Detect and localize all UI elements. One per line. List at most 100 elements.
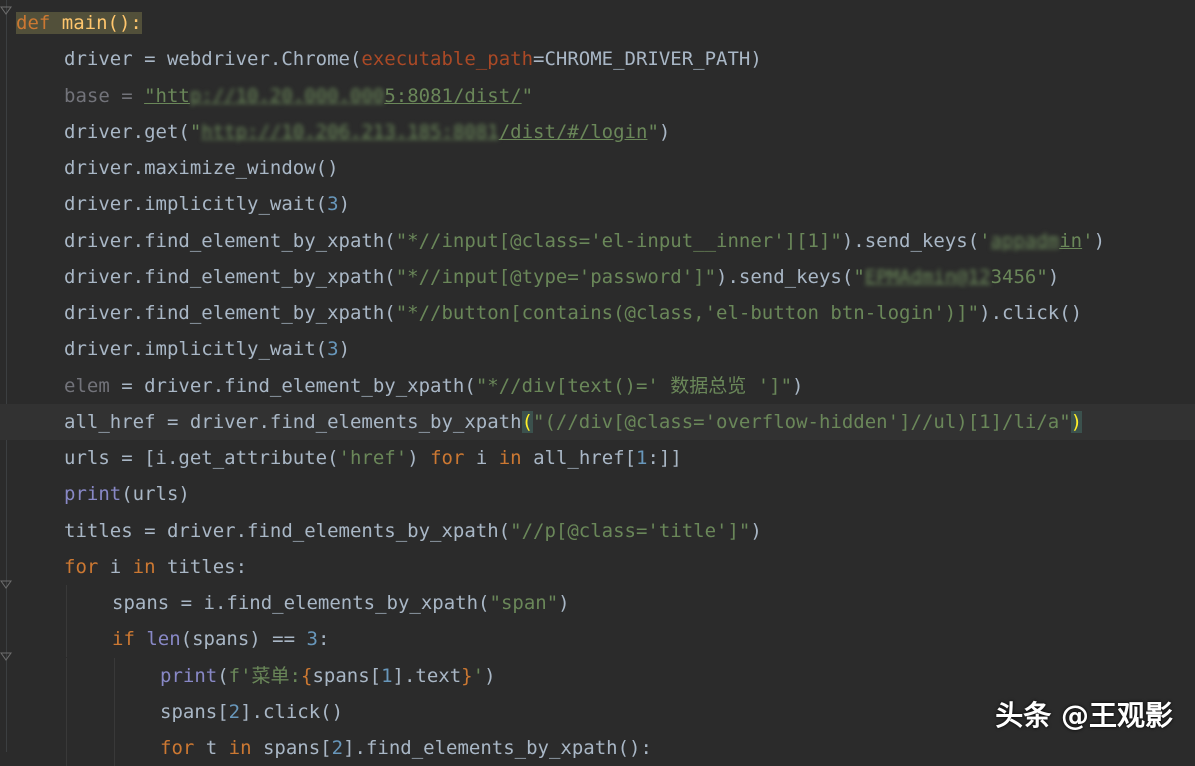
code-line[interactable]: if len(spans) == 3: — [0, 621, 1195, 658]
code-token: appadm — [990, 229, 1060, 252]
code-token: ) — [1047, 265, 1060, 288]
code-line[interactable]: spans = i.find_elements_by_xpath("span") — [0, 585, 1195, 621]
code-token: 3 — [327, 193, 339, 216]
code-token: "span" — [489, 592, 559, 614]
code-token: ) — [338, 338, 351, 361]
code-token: print — [160, 664, 218, 687]
code-text: driver.maximize_window() — [64, 150, 339, 186]
code-token: f'菜单: — [228, 664, 301, 687]
code-token: driver = webdriver.Chrome( — [64, 48, 362, 71]
code-token: ) — [1070, 410, 1083, 433]
watermark: 头条 @王观影 — [995, 699, 1173, 732]
code-token: spans[ — [251, 737, 332, 759]
code-line[interactable]: titles = driver.find_elements_by_xpath("… — [0, 513, 1195, 549]
code-token: http://10.206.213.185:8081 — [201, 120, 499, 143]
code-token: in — [1059, 229, 1083, 252]
code-token: " — [647, 120, 659, 143]
code-line[interactable]: elem = driver.find_element_by_xpath("*//… — [0, 368, 1195, 404]
code-token: " — [853, 265, 865, 288]
indent-guide — [66, 730, 67, 766]
code-token: ' — [472, 664, 485, 687]
indent-guide — [66, 657, 67, 694]
code-token: = driver.find_element_by_xpath( — [109, 374, 476, 397]
code-token: all_href = driver.find_elements_by_xpath — [64, 410, 522, 433]
code-token: =CHROME_DRIVER_PATH) — [533, 48, 762, 71]
code-token: in — [132, 555, 156, 578]
code-line[interactable]: print(f'菜单:{spans[1].text}') — [0, 657, 1195, 694]
code-token: 5:8081/dist/ — [384, 84, 522, 107]
code-token: :]] — [647, 447, 682, 469]
code-token: executable_path — [361, 48, 534, 71]
code-token: ].text — [392, 664, 462, 687]
code-token: ( — [521, 410, 534, 433]
code-line[interactable]: driver.maximize_window() — [0, 150, 1195, 186]
code-text: driver.find_element_by_xpath("*//input[@… — [64, 259, 1059, 295]
code-line[interactable]: def main(): — [0, 5, 1195, 41]
code-token: base — [64, 84, 110, 107]
code-token: titles: — [155, 555, 248, 578]
code-line[interactable]: driver.implicitly_wait(3) — [0, 331, 1195, 367]
code-text: driver.implicitly_wait(3) — [64, 331, 350, 367]
code-text: driver = webdriver.Chrome(executable_pat… — [64, 41, 762, 77]
code-token: (spans) == — [180, 628, 307, 651]
fold-marker-icon[interactable] — [0, 579, 12, 591]
code-text: def main(): — [16, 5, 142, 41]
code-line[interactable]: urls = [i.get_attribute('href') for i in… — [0, 440, 1195, 476]
code-token: "*//input[@type='password']" — [395, 265, 717, 288]
code-token: p://10.2 — [189, 84, 282, 107]
code-line[interactable]: for t in spans[2].find_elements_by_xpath… — [0, 730, 1195, 766]
code-token: driver.get( — [64, 120, 190, 143]
code-text: spans[2].click() — [160, 694, 343, 730]
code-token: i — [98, 555, 133, 578]
code-text: titles = driver.find_elements_by_xpath("… — [64, 513, 762, 549]
code-line[interactable]: driver = webdriver.Chrome(executable_pat… — [0, 41, 1195, 77]
code-text: base = "http://10.20.000.0005:8081/dist/… — [64, 78, 533, 114]
code-token: 1 — [636, 447, 648, 469]
indent-guide — [66, 621, 67, 658]
code-token: ' — [1082, 229, 1094, 252]
code-token: for — [160, 737, 195, 759]
code-line[interactable]: driver.find_element_by_xpath("*//button[… — [0, 295, 1195, 331]
code-editor[interactable]: def main(): driver = webdriver.Chrome(exe… — [0, 0, 1195, 766]
code-token: if — [112, 628, 135, 651]
code-token: ) — [750, 519, 762, 542]
code-token: spans[ — [312, 664, 382, 687]
code-token: i — [464, 447, 499, 469]
code-token: ' — [979, 229, 991, 252]
code-token: : — [317, 628, 330, 651]
code-line[interactable]: print(urls) — [0, 476, 1195, 512]
code-line[interactable]: driver.get( " http://10.206.213.185:8081/d… — [0, 114, 1195, 150]
code-text: driver.find_element_by_xpath("*//button[… — [64, 295, 1082, 331]
code-text: driver.get( " http://10.206.213.185:8081/d… — [64, 114, 670, 150]
code-token: 'href' — [338, 447, 408, 469]
code-token: "*//div[text()=' 数据总览 ']" — [475, 374, 793, 397]
code-line[interactable]: for i in titles: — [0, 549, 1195, 585]
fold-marker-icon[interactable] — [0, 5, 12, 17]
code-text: if len(spans) == 3: — [112, 621, 329, 657]
code-line[interactable]: driver.implicitly_wait(3) — [0, 186, 1195, 222]
code-line[interactable]: driver.find_element_by_xpath("*//input[@… — [0, 223, 1195, 259]
indent-guide — [114, 693, 115, 730]
code-token: 3456" — [990, 265, 1048, 288]
code-token: spans = i.find_elements_by_xpath( — [112, 592, 490, 614]
indent-guide — [114, 730, 115, 766]
code-text: driver.find_element_by_xpath("*//input[@… — [64, 223, 1105, 259]
code-line[interactable]: driver.find_element_by_xpath("*//input[@… — [0, 259, 1195, 295]
indent-guide — [114, 657, 115, 694]
code-token: } — [461, 664, 473, 687]
code-token: ].find_elements_by_xpath(): — [343, 737, 652, 759]
code-token: all_href[ — [521, 447, 637, 469]
code-token: driver.implicitly_wait( — [64, 193, 328, 216]
code-token: for — [430, 447, 465, 469]
code-token: 3 — [306, 628, 318, 651]
code-line[interactable]: base = "http://10.20.000.0005:8081/dist/… — [0, 78, 1195, 114]
code-text: spans = i.find_elements_by_xpath("span") — [112, 585, 570, 621]
fold-marker-icon[interactable] — [0, 651, 12, 663]
code-token: "*//input[@class='el-input__inner'][1]" — [395, 229, 842, 252]
code-line[interactable]: all_href = driver.find_elements_by_xpath… — [0, 403, 1195, 440]
code-token: driver.find_element_by_xpath( — [64, 229, 396, 252]
code-token: /dist/#/login — [498, 120, 648, 143]
code-token: driver.find_element_by_xpath( — [64, 265, 396, 288]
code-text: print(f'菜单:{spans[1].text}') — [160, 658, 496, 694]
